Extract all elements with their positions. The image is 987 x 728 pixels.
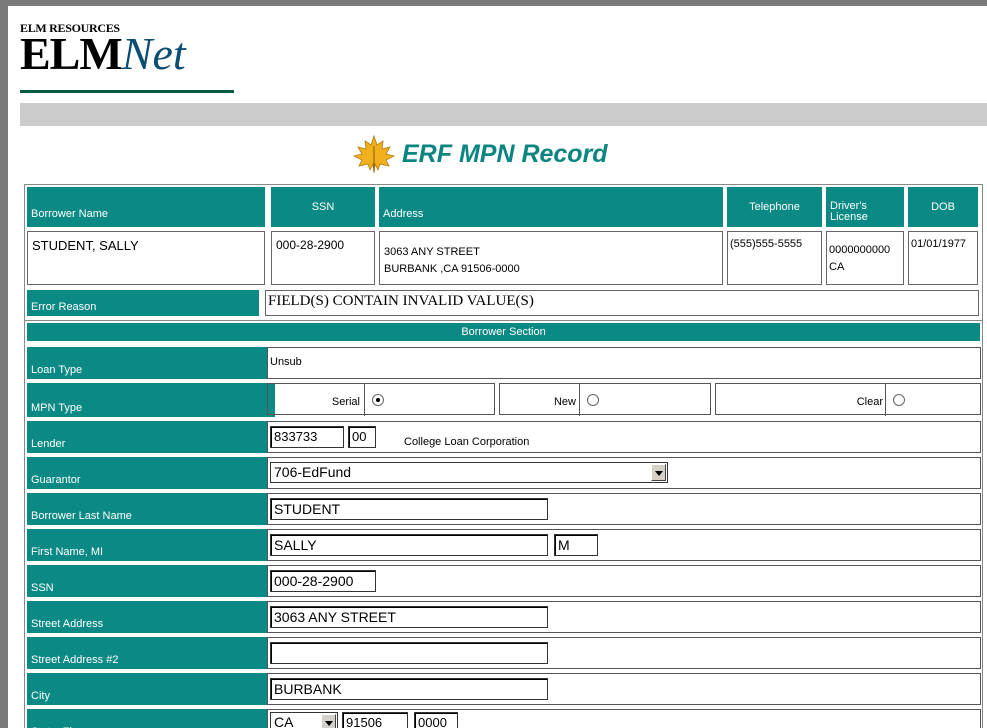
lender-branch-input[interactable]: 00 xyxy=(348,426,376,448)
first-name-label: First Name, MI xyxy=(27,529,275,561)
header-telephone: Telephone xyxy=(727,187,822,227)
borrower-telephone-value: (555)555-5555 xyxy=(727,231,822,285)
address-line-1: 3063 ANY STREET xyxy=(384,246,480,258)
city-value-cell: BURBANK xyxy=(267,673,981,705)
logo-net: Net xyxy=(121,28,186,79)
guarantor-selected-value: 706-EdFund xyxy=(274,464,352,480)
guarantor-label: Guarantor xyxy=(27,457,275,489)
state-select[interactable]: CA xyxy=(270,712,338,728)
city-input[interactable]: BURBANK xyxy=(270,678,548,700)
city-label: City xyxy=(27,673,275,705)
street-address-2-value-cell xyxy=(267,637,981,669)
mpn-clear-label: Clear xyxy=(856,396,883,408)
ssn-value-cell: 000-28-2900 xyxy=(267,565,981,597)
loan-type-value: Unsub xyxy=(270,356,302,368)
maple-leaf-icon xyxy=(352,134,396,174)
address-line-2: BURBANK ,CA 91506-0000 xyxy=(384,263,520,275)
state-zip-value-cell: CA 91506 0000 xyxy=(267,709,981,728)
zip-input[interactable]: 91506 xyxy=(342,712,408,728)
chevron-down-icon[interactable] xyxy=(651,464,666,481)
state-selected-value: CA xyxy=(274,714,294,728)
mpn-option-serial[interactable]: Serial xyxy=(267,383,495,416)
borrower-dob-value: 01/01/1977 xyxy=(908,231,978,285)
mpn-option-new[interactable]: New xyxy=(499,383,711,416)
mpn-type-label: MPN Type xyxy=(27,383,275,417)
borrower-section: Borrower Section Loan Type Unsub MPN Typ… xyxy=(24,320,983,728)
mpn-new-label: New xyxy=(553,396,576,408)
mpn-type-options: Serial New Clear xyxy=(267,383,981,417)
error-reason-value: FIELD(S) CONTAIN INVALID VALUE(S) xyxy=(265,290,979,316)
mpn-clear-radio[interactable] xyxy=(893,394,905,406)
page: ELM RESOURCES ELMNet ERF MPN Record Borr… xyxy=(8,6,987,728)
street-address-input[interactable]: 3063 ANY STREET xyxy=(270,606,548,628)
state-zip-label: State, Zip xyxy=(27,709,275,728)
last-name-input[interactable]: STUDENT xyxy=(270,498,548,520)
lender-label: Lender xyxy=(27,421,275,453)
ssn-label: SSN xyxy=(27,565,275,597)
header-dob: DOB xyxy=(908,187,978,227)
header-borrower-name: Borrower Name xyxy=(27,187,265,227)
borrower-address-value: 3063 ANY STREET BURBANK ,CA 91506-0000 xyxy=(379,231,723,285)
last-name-value-cell: STUDENT xyxy=(267,493,981,525)
header-address: Address xyxy=(379,187,723,227)
license-state: CA xyxy=(829,261,845,273)
mpn-option-clear[interactable]: Clear xyxy=(715,383,981,416)
ssn-input[interactable]: 000-28-2900 xyxy=(270,570,376,592)
mpn-clear-sep xyxy=(885,384,886,416)
mpn-serial-sep xyxy=(364,384,365,416)
street-address-2-label: Street Address #2 xyxy=(27,637,275,669)
first-name-input[interactable]: SALLY xyxy=(270,534,548,556)
mpn-serial-label: Serial xyxy=(331,396,360,408)
guarantor-select[interactable]: 706-EdFund xyxy=(270,462,668,483)
lender-code-input[interactable]: 833733 xyxy=(270,426,344,448)
borrower-name-value: STUDENT, SALLY xyxy=(27,231,265,285)
street-address-label: Street Address xyxy=(27,601,275,633)
lender-name: College Loan Corporation xyxy=(404,436,530,448)
middle-initial-input[interactable]: M xyxy=(554,534,598,556)
logo-underline xyxy=(20,90,234,93)
page-title: ERF MPN Record xyxy=(352,134,608,174)
mpn-new-sep xyxy=(579,384,580,416)
borrower-section-title: Borrower Section xyxy=(27,323,980,341)
elmnet-logo: ELM RESOURCES ELMNet xyxy=(20,22,234,93)
zip4-input[interactable]: 0000 xyxy=(414,712,458,728)
borrower-license-value: 0000000000 CA xyxy=(826,231,904,285)
mpn-serial-radio[interactable] xyxy=(372,394,384,406)
logo-elm: ELM xyxy=(20,28,123,79)
street-address-value-cell: 3063 ANY STREET xyxy=(267,601,981,633)
borrower-summary-table: Borrower Name SSN Address Telephone Driv… xyxy=(24,184,983,290)
error-reason-label: Error Reason xyxy=(27,290,259,316)
lender-value-cell: 833733 00 College Loan Corporation xyxy=(267,421,981,453)
last-name-label: Borrower Last Name xyxy=(27,493,275,525)
license-number: 0000000000 xyxy=(829,244,891,256)
guarantor-value-cell: 706-EdFund xyxy=(267,457,981,489)
first-name-value-cell: SALLY M xyxy=(267,529,981,561)
borrower-ssn-value: 000-28-2900 xyxy=(271,231,375,285)
error-reason-table: Error Reason FIELD(S) CONTAIN INVALID VA… xyxy=(24,288,983,321)
loan-type-value-cell: Unsub xyxy=(267,347,981,379)
page-title-text: ERF MPN Record xyxy=(402,139,608,168)
mpn-new-radio[interactable] xyxy=(587,394,599,406)
loan-type-label: Loan Type xyxy=(27,347,275,379)
header-bar xyxy=(20,103,987,126)
chevron-down-icon[interactable] xyxy=(321,714,336,728)
header-ssn: SSN xyxy=(271,187,375,227)
street-address-2-input[interactable] xyxy=(270,642,548,664)
header-drivers-license: Driver's License xyxy=(826,187,904,227)
